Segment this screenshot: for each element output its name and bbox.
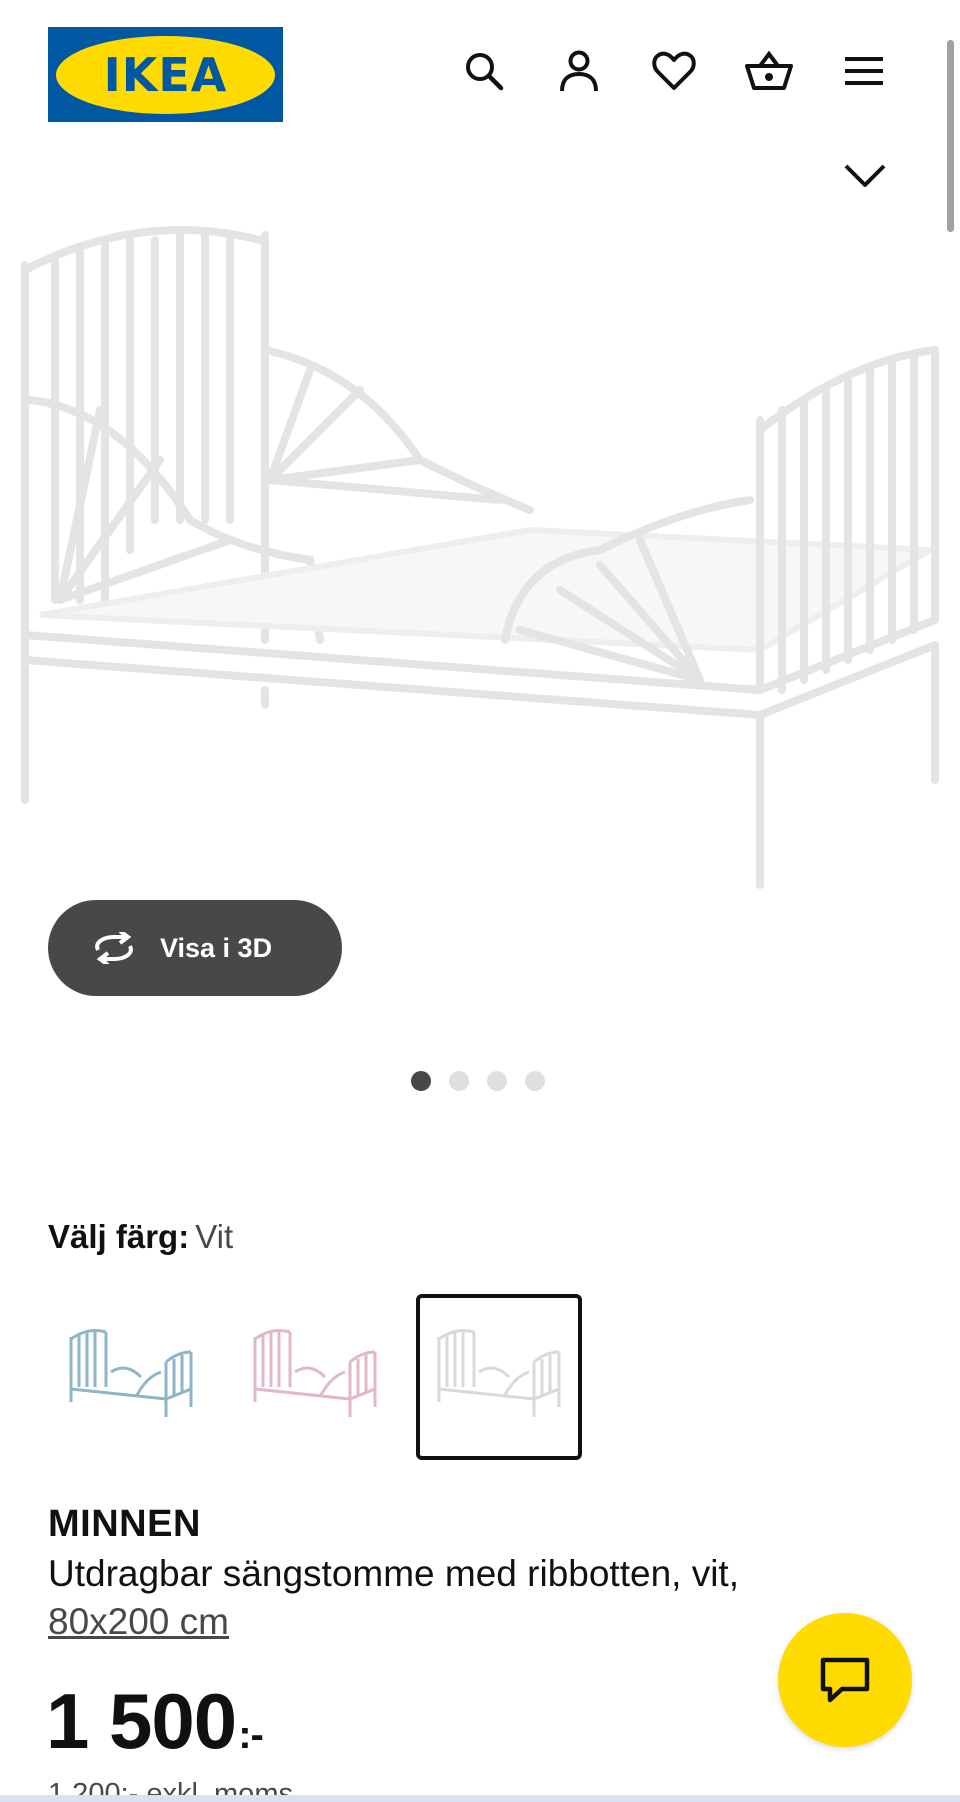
bed-image xyxy=(21,226,941,889)
bottom-edge-bar xyxy=(0,1795,960,1802)
product-image[interactable] xyxy=(0,220,960,920)
price-suffix: :- xyxy=(238,1713,264,1757)
logo-text: IKEA xyxy=(103,47,228,102)
ikea-logo[interactable]: IKEA xyxy=(48,27,283,122)
image-carousel-dots xyxy=(411,1071,545,1091)
color-value: Vit xyxy=(195,1218,234,1255)
carousel-dot-3[interactable] xyxy=(487,1071,507,1091)
view-in-3d-label: Visa i 3D xyxy=(160,932,273,963)
page-scrollbar[interactable] xyxy=(947,40,954,232)
user-icon[interactable] xyxy=(553,45,605,97)
color-select-label: Välj färg: Vit xyxy=(48,1218,233,1256)
product-price: 1 500:- xyxy=(46,1676,264,1767)
swatch-turquoise[interactable] xyxy=(48,1294,214,1460)
menu-icon[interactable] xyxy=(838,45,890,97)
header-nav xyxy=(458,45,890,97)
heart-icon[interactable] xyxy=(648,45,700,97)
view-in-3d-button[interactable]: Visa i 3D xyxy=(48,900,342,996)
site-header: IKEA xyxy=(0,0,960,140)
product-description-block: Utdragbar sängstomme med ribbotten, vit,… xyxy=(48,1550,848,1646)
logo-oval: IKEA xyxy=(56,35,275,114)
carousel-dot-4[interactable] xyxy=(525,1071,545,1091)
add-to-favourites-button[interactable] xyxy=(840,155,890,205)
price-main: 1 500 xyxy=(46,1677,237,1765)
color-label-text: Välj färg: xyxy=(48,1218,190,1255)
swatch-pink[interactable] xyxy=(232,1294,398,1460)
search-icon[interactable] xyxy=(458,45,510,97)
chat-button[interactable] xyxy=(778,1613,912,1747)
product-name: MINNEN xyxy=(48,1503,201,1545)
swatch-white[interactable] xyxy=(416,1294,582,1460)
product-size-link[interactable]: 80x200 cm xyxy=(48,1598,229,1646)
basket-icon[interactable] xyxy=(743,45,795,97)
color-swatches xyxy=(48,1294,582,1460)
heart-outline-icon xyxy=(844,164,886,187)
chat-icon xyxy=(820,1657,870,1703)
carousel-dot-2[interactable] xyxy=(449,1071,469,1091)
product-description: Utdragbar sängstomme med ribbotten, vit, xyxy=(48,1553,739,1594)
bed-thumbnail-white xyxy=(437,1329,561,1417)
bed-thumbnail-pink xyxy=(253,1329,377,1417)
carousel-dot-1[interactable] xyxy=(411,1071,431,1091)
bed-thumbnail-turquoise xyxy=(69,1329,193,1417)
rotate-3d-icon xyxy=(95,932,133,964)
